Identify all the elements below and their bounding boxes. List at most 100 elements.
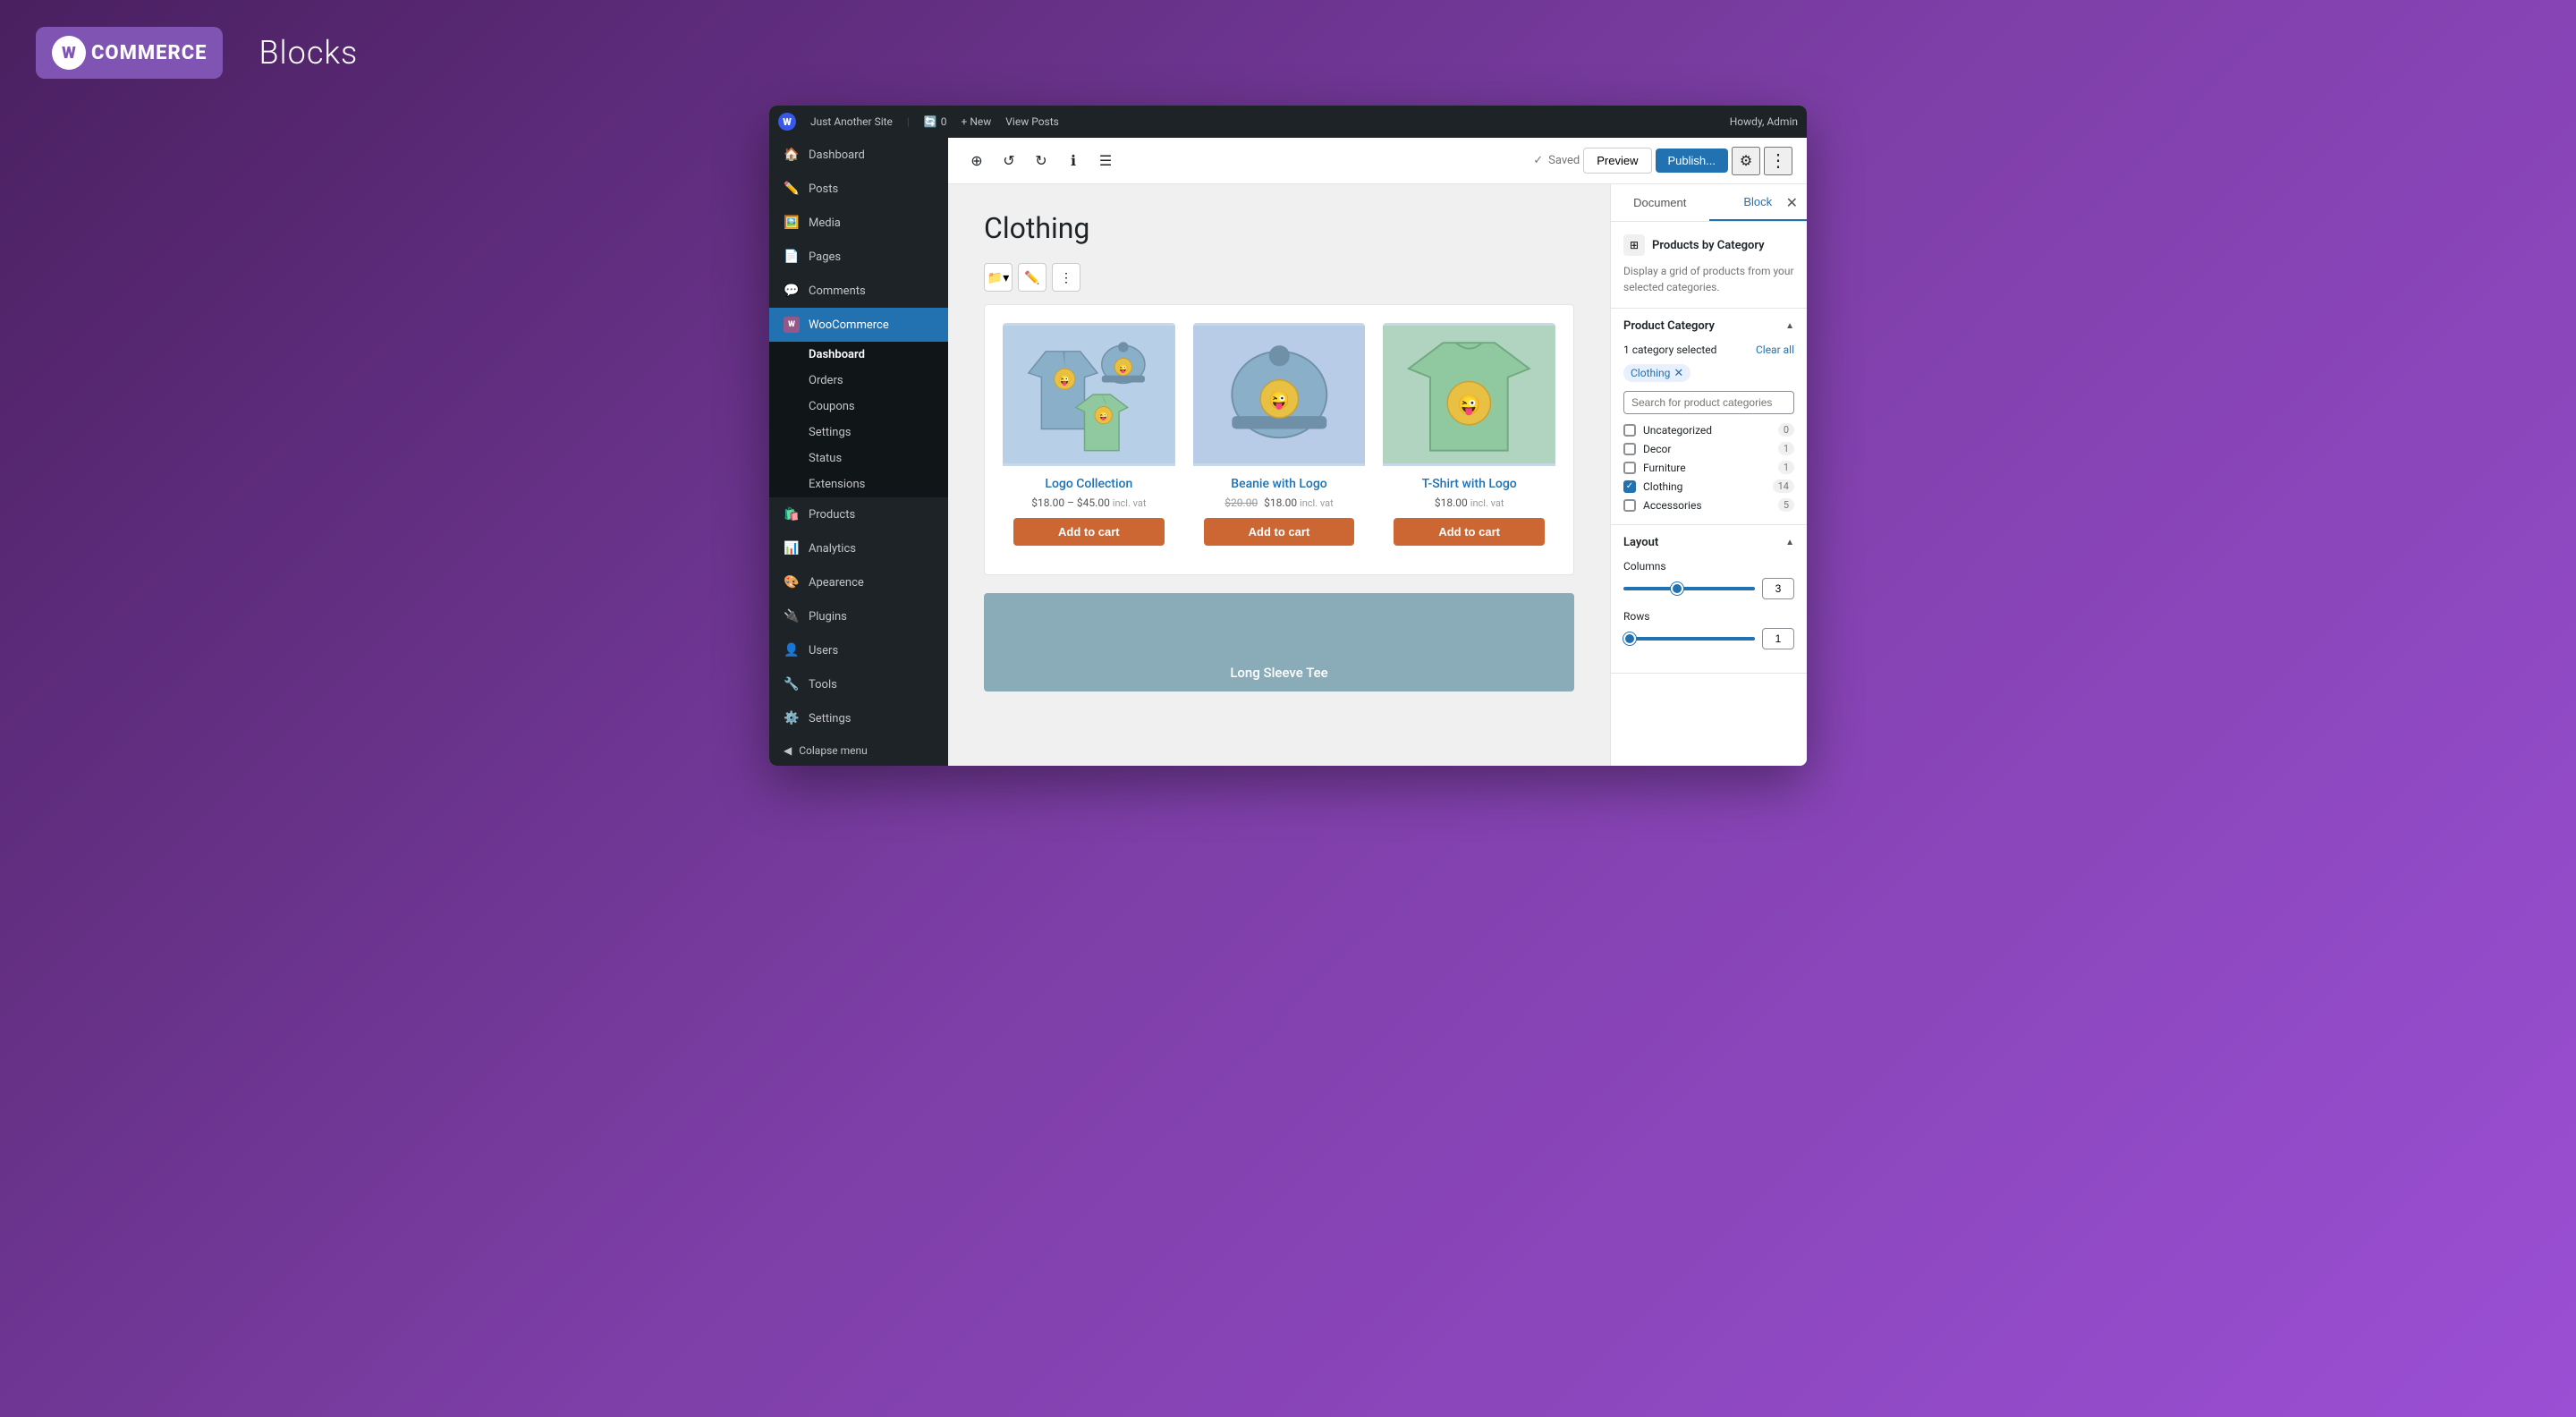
rows-slider-container: Rows	[1623, 610, 1794, 649]
block-more-button[interactable]: ⋮	[1052, 263, 1080, 292]
add-to-cart-button-0[interactable]: Add to cart	[1013, 518, 1165, 546]
block-type-button[interactable]: 📁▾	[984, 263, 1013, 292]
svg-text:😜: 😜	[1058, 373, 1071, 386]
sidebar-item-woocommerce[interactable]: W WooCommerce	[769, 308, 948, 342]
chevron-up-icon: ▲	[1785, 321, 1794, 331]
category-checkbox-furniture[interactable]	[1623, 462, 1636, 474]
info-button[interactable]: ℹ	[1059, 147, 1088, 175]
page-title-header: Blocks	[258, 34, 358, 72]
product-price-1: $20.00 $18.00 incl. vat	[1224, 496, 1333, 509]
updates-count[interactable]: 🔄 0	[924, 115, 947, 128]
layout-section-header[interactable]: Layout ▲	[1611, 525, 1807, 560]
layout-section: Layout ▲ Columns	[1611, 525, 1807, 674]
collapse-menu-button[interactable]: ◀ Colapse menu	[769, 735, 948, 766]
clear-all-link[interactable]: Clear all	[1756, 344, 1794, 356]
view-posts-link[interactable]: View Posts	[1005, 115, 1059, 128]
columns-value-input[interactable]	[1762, 578, 1794, 599]
settings-icon: ⚙️	[784, 710, 800, 726]
svg-text:😜: 😜	[1098, 411, 1109, 421]
add-to-cart-button-2[interactable]: Add to cart	[1394, 518, 1545, 546]
product-info-2: T-Shirt with Logo $18.00 incl. vat Add t…	[1383, 466, 1555, 556]
analytics-icon: 📊	[784, 540, 800, 556]
sidebar-item-posts[interactable]: ✏️ Posts	[769, 172, 948, 206]
product-image-1: 😜	[1193, 323, 1366, 466]
woo-coupons-link[interactable]: Coupons	[769, 394, 948, 420]
product-block-second: Long Sleeve Tee	[984, 593, 1574, 692]
woocommerce-submenu: Dashboard Orders Coupons Settings Status…	[769, 342, 948, 497]
rows-slider[interactable]	[1623, 637, 1755, 641]
category-name-uncategorized: Uncategorized	[1643, 424, 1771, 437]
site-name[interactable]: Just Another Site	[810, 115, 893, 128]
category-checkbox-decor[interactable]	[1623, 443, 1636, 455]
panel-close-button[interactable]: ✕	[1786, 194, 1798, 212]
woo-status-link[interactable]: Status	[769, 445, 948, 471]
wp-main: 🏠 Dashboard ✏️ Posts 🖼️ Media 📄 Pages 💬 …	[769, 138, 1807, 766]
tab-document[interactable]: Document	[1611, 184, 1709, 221]
list-view-button[interactable]: ☰	[1091, 147, 1120, 175]
category-checkbox-accessories[interactable]	[1623, 499, 1636, 512]
more-options-button[interactable]: ⋮	[1764, 147, 1792, 175]
category-tag-clothing: Clothing ✕	[1623, 364, 1690, 382]
sidebar-item-users[interactable]: 👤 Users	[769, 633, 948, 667]
product-name-0: Logo Collection	[1045, 477, 1132, 491]
category-count: 1 category selected	[1623, 344, 1716, 356]
category-count-uncategorized: 0	[1778, 423, 1794, 437]
category-count-furniture: 1	[1778, 461, 1794, 474]
product-name-2: T-Shirt with Logo	[1422, 477, 1517, 491]
category-item-uncategorized: Uncategorized 0	[1623, 423, 1794, 437]
block-inserter-button[interactable]: ⊕	[962, 147, 991, 175]
sidebar-item-settings[interactable]: ⚙️ Settings	[769, 701, 948, 735]
products-icon: 🛍️	[784, 506, 800, 522]
posts-icon: ✏️	[784, 181, 800, 197]
sidebar-item-pages[interactable]: 📄 Pages	[769, 240, 948, 274]
sidebar-item-appearance[interactable]: 🎨 Apearence	[769, 565, 948, 599]
wp-sidebar: 🏠 Dashboard ✏️ Posts 🖼️ Media 📄 Pages 💬 …	[769, 138, 948, 766]
svg-text:😜: 😜	[1268, 390, 1290, 411]
woo-extensions-link[interactable]: Extensions	[769, 471, 948, 497]
panel-tabs: Document Block ✕	[1611, 184, 1807, 222]
category-search-input[interactable]	[1623, 391, 1794, 414]
dashboard-icon: 🏠	[784, 147, 800, 163]
rows-value-input[interactable]	[1762, 628, 1794, 649]
saved-status: ✓ Saved	[1533, 154, 1580, 167]
redo-button[interactable]: ↻	[1027, 147, 1055, 175]
page-title[interactable]: Clothing	[984, 211, 1574, 245]
category-list: Uncategorized 0 Decor 1	[1623, 423, 1794, 512]
product-price-2: $18.00 incl. vat	[1435, 496, 1504, 509]
woo-orders-link[interactable]: Orders	[769, 368, 948, 394]
new-button[interactable]: + New	[962, 115, 992, 128]
sidebar-item-tools[interactable]: 🔧 Tools	[769, 667, 948, 701]
sidebar-item-comments[interactable]: 💬 Comments	[769, 274, 948, 308]
woo-icon: W	[52, 36, 86, 70]
block-edit-button[interactable]: ✏️	[1018, 263, 1046, 292]
product-category-section: Product Category ▲ 1 category selected C…	[1611, 309, 1807, 525]
preview-button[interactable]: Preview	[1583, 148, 1651, 174]
sidebar-item-media[interactable]: 🖼️ Media	[769, 206, 948, 240]
add-to-cart-button-1[interactable]: Add to cart	[1204, 518, 1355, 546]
category-tag-label: Clothing	[1631, 367, 1670, 379]
category-tag-remove-button[interactable]: ✕	[1674, 368, 1683, 379]
sidebar-item-products[interactable]: 🛍️ Products	[769, 497, 948, 531]
sidebar-item-analytics[interactable]: 📊 Analytics	[769, 531, 948, 565]
editor-body: Clothing 📁▾ ✏️ ⋮	[948, 184, 1807, 766]
category-count-accessories: 5	[1778, 498, 1794, 512]
category-checkbox-uncategorized[interactable]	[1623, 424, 1636, 437]
category-item-decor: Decor 1	[1623, 442, 1794, 455]
svg-text:😜: 😜	[1118, 363, 1129, 374]
wp-editor: ⊕ ↺ ↻ ℹ ☰ ✓ Saved Preview Publish... ⚙ ⋮…	[948, 138, 1807, 766]
product-card-2: 😜 T-Shirt with Logo $18.00 incl. vat Add…	[1383, 323, 1555, 556]
woo-dashboard-link[interactable]: Dashboard	[769, 342, 948, 368]
settings-toggle-button[interactable]: ⚙	[1732, 147, 1760, 175]
undo-button[interactable]: ↺	[995, 147, 1023, 175]
columns-slider-container: Columns	[1623, 560, 1794, 599]
product-price-0: $18.00 – $45.00 incl. vat	[1031, 496, 1146, 509]
columns-slider[interactable]	[1623, 587, 1755, 590]
woo-settings-link[interactable]: Settings	[769, 420, 948, 445]
sidebar-item-dashboard[interactable]: 🏠 Dashboard	[769, 138, 948, 172]
category-checkbox-clothing[interactable]: ✓	[1623, 480, 1636, 493]
layout-section-title: Layout	[1623, 536, 1658, 549]
sidebar-item-plugins[interactable]: 🔌 Plugins	[769, 599, 948, 633]
admin-bar: W Just Another Site | 🔄 0 + New View Pos…	[769, 106, 1807, 138]
publish-button[interactable]: Publish...	[1656, 148, 1728, 173]
product-category-header[interactable]: Product Category ▲	[1611, 309, 1807, 344]
